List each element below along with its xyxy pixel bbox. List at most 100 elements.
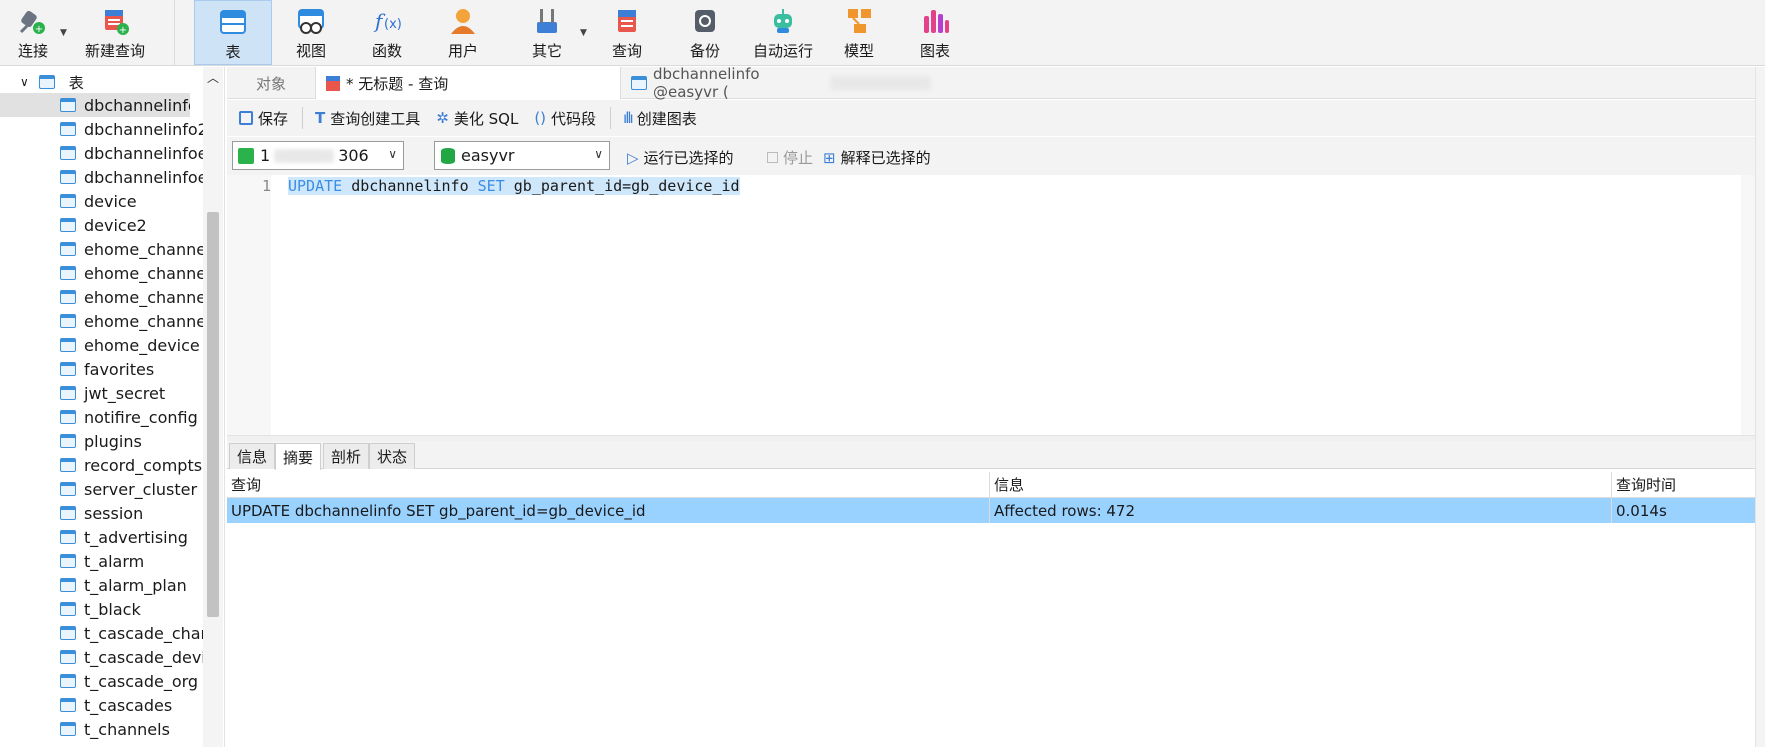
sidebar-item-label: t_cascade_chann [84, 623, 205, 643]
run-selected-button[interactable]: ▷ 运行已选择的 [623, 147, 738, 168]
backup-button[interactable]: 备份 [666, 0, 744, 65]
tree-root-tables[interactable]: ∨ 表 [20, 71, 84, 93]
explain-selected-button[interactable]: ⊞ 解释已选择的 [819, 147, 935, 168]
toolbar-divider [174, 0, 175, 65]
sql-editor[interactable]: 1 UPDATE dbchannelinfo SET gb_parent_id=… [227, 175, 1755, 435]
sidebar-item-table[interactable]: favorites [0, 357, 205, 381]
automation-button[interactable]: 自动运行 [742, 0, 824, 65]
chevron-down-icon[interactable]: ▼ [60, 28, 67, 38]
toolbar-divider [302, 107, 304, 129]
sidebar-item-table[interactable]: server_cluster [0, 477, 205, 501]
column-header-time[interactable]: 查询时间 [1612, 472, 1755, 497]
window-scrollbar[interactable] [1755, 67, 1765, 747]
sidebar-item-table[interactable]: ehome_channel [0, 237, 205, 261]
sidebar-item-table[interactable]: t_advertising [0, 525, 205, 549]
user-button[interactable]: 用户 [424, 0, 502, 65]
cell-info[interactable]: Affected rows: 472 [990, 498, 1612, 523]
connect-label: 连接 [17, 42, 48, 60]
sidebar-item-label: t_black [84, 599, 141, 619]
query-button[interactable]: 查询 [588, 0, 666, 65]
connection-icon [238, 147, 254, 164]
stop-button[interactable]: 停止 [763, 147, 817, 168]
chevron-down-icon[interactable]: ▼ [580, 28, 587, 38]
sidebar-item-label: device [84, 191, 137, 211]
tab-objects[interactable]: 对象 [227, 67, 315, 99]
sidebar-item-table[interactable]: t_cascades [0, 693, 205, 717]
function-label: 函数 [371, 42, 402, 60]
column-header-info[interactable]: 信息 [990, 472, 1612, 497]
sidebar-item-table[interactable]: ehome_channel_ [0, 261, 205, 285]
table-icon [60, 146, 76, 160]
chevron-down-icon[interactable]: ∨ [20, 75, 29, 89]
tab-query[interactable]: * 无标题 - 查询 [315, 67, 621, 99]
chart-button[interactable]: 图表 [896, 0, 974, 65]
sidebar-item-label: ehome_channel [84, 239, 205, 259]
sidebar-item-table[interactable]: dbchannelinfo2 [0, 117, 205, 141]
table-icon [60, 506, 76, 520]
sidebar-item-table[interactable]: dbchannelinfoerr [0, 141, 205, 165]
tab-profile[interactable]: 剖析 [323, 443, 370, 469]
chevron-up-icon[interactable]: ︿ [207, 69, 219, 86]
sidebar-item-table[interactable]: t_cascade_chann [0, 621, 205, 645]
table-icon [60, 578, 76, 592]
sidebar-item-label: ehome_channel_ [84, 263, 205, 283]
sidebar-item-table[interactable]: device2 [0, 213, 205, 237]
sql-keyword: UPDATE [288, 177, 343, 195]
sidebar-item-table[interactable]: t_cascade_device [0, 645, 205, 669]
database-value: easyvr [461, 146, 515, 165]
beautify-sql-button[interactable]: ✲ 美化 SQL [432, 108, 522, 129]
sidebar-item-table[interactable]: plugins [0, 429, 205, 453]
sidebar-item-table[interactable]: jwt_secret [0, 381, 205, 405]
model-button[interactable]: 模型 [820, 0, 898, 65]
tab-summary[interactable]: 摘要 [275, 443, 322, 470]
tab-info-label: 信息 [237, 448, 268, 466]
sidebar-item-table[interactable]: ehome_channel_ [0, 285, 205, 309]
create-chart-button[interactable]: ıllı 创建图表 [619, 108, 701, 129]
sidebar-item-table[interactable]: dbchannelinfo [0, 93, 190, 117]
sidebar-item-table[interactable]: dbchannelinfoerr [0, 165, 205, 189]
chart-icon [919, 6, 951, 36]
sidebar-item-table[interactable]: device [0, 189, 205, 213]
function-button[interactable]: f (x) 函数 [348, 0, 426, 65]
code-snippet-button[interactable]: () 代码段 [530, 108, 600, 129]
sidebar-item-table[interactable]: t_alarm [0, 549, 205, 573]
sidebar-item-table[interactable]: t_black [0, 597, 205, 621]
chevron-down-icon[interactable]: ∨ [388, 147, 397, 161]
tab-table[interactable]: dbchannelinfo @easyvr ( [621, 65, 941, 101]
new-query-button[interactable]: + 新建查询 [72, 0, 158, 65]
save-button[interactable]: 保存 [235, 108, 292, 129]
table-icon [60, 194, 76, 208]
sidebar-item-table[interactable]: t_cascade_org [0, 669, 205, 693]
query-builder-icon: T [315, 109, 326, 127]
sidebar-item-table[interactable]: ehome_device [0, 333, 205, 357]
sidebar-item-table[interactable]: record_compts [0, 453, 205, 477]
sidebar-item-table[interactable]: t_channels [0, 717, 205, 741]
sidebar-item-label: notifire_config [84, 407, 198, 427]
database-select[interactable]: easyvr ∨ [434, 141, 610, 170]
editor-scrollbar[interactable] [1741, 175, 1755, 435]
sidebar-item-table[interactable]: session [0, 501, 205, 525]
sidebar-scrollbar[interactable]: ︿ [203, 67, 223, 747]
chevron-down-icon[interactable]: ∨ [594, 147, 603, 161]
column-header-query[interactable]: 查询 [227, 472, 990, 497]
view-button[interactable]: 视图 [272, 0, 350, 65]
sidebar-scroll-thumb[interactable] [207, 212, 219, 617]
tab-status[interactable]: 状态 [369, 443, 416, 469]
sidebar-item-table[interactable]: notifire_config [0, 405, 205, 429]
tab-info[interactable]: 信息 [229, 443, 276, 469]
query-builder-button[interactable]: T 查询创建工具 [311, 108, 424, 129]
other-button[interactable]: 其它 [508, 0, 586, 65]
connect-button[interactable]: + 连接 [4, 0, 62, 65]
main-toolbar: + 连接 ▼ + 新建查询 表 视图 f (x) 函数 用户 其它 ▼ 查询 备… [0, 0, 1765, 66]
redacted-text [274, 148, 335, 163]
table-row[interactable]: UPDATE dbchannelinfo SET gb_parent_id=gb… [227, 498, 1755, 523]
table-button[interactable]: 表 [194, 0, 272, 65]
cell-query[interactable]: UPDATE dbchannelinfo SET gb_parent_id=gb… [227, 498, 990, 523]
automation-label: 自动运行 [752, 42, 813, 60]
sql-code-line[interactable]: UPDATE dbchannelinfo SET gb_parent_id=gb… [288, 177, 740, 195]
cell-time[interactable]: 0.014s [1612, 498, 1755, 523]
sidebar-item-table[interactable]: t_alarm_plan [0, 573, 205, 597]
sidebar-item-table[interactable]: ehome_channel_ [0, 309, 205, 333]
new-query-label: 新建查询 [84, 42, 145, 60]
connection-select[interactable]: 1 306 ∨ [232, 141, 404, 170]
